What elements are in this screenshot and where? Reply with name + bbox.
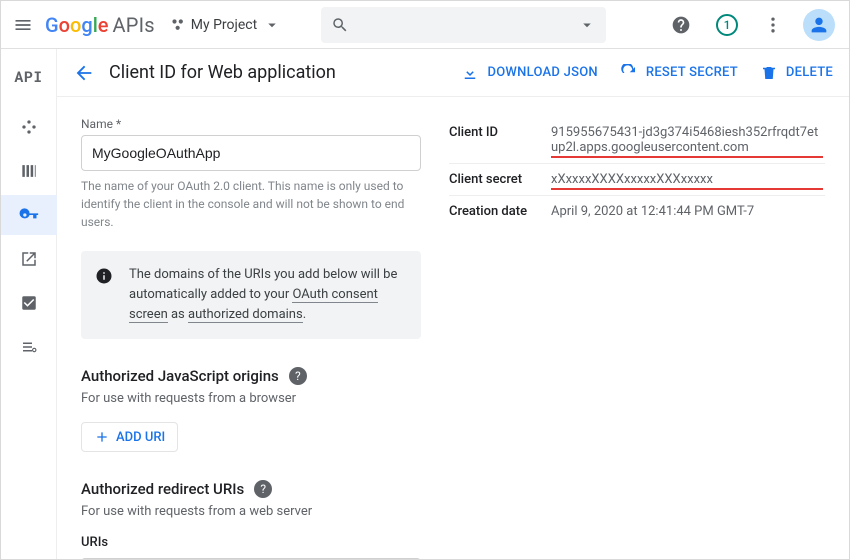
download-icon	[461, 64, 479, 82]
notifications-icon[interactable]: 1	[709, 7, 745, 43]
more-vert-icon[interactable]	[755, 7, 791, 43]
redirect-sub: For use with requests from a web server	[81, 504, 421, 519]
info-box: The domains of the URIs you add below wi…	[81, 251, 421, 339]
highlight-underline	[551, 156, 823, 158]
uris-label: URIs	[81, 535, 421, 550]
sidebar: API	[1, 49, 57, 559]
search-input[interactable]	[321, 7, 606, 43]
sidebar-item-settings[interactable]	[1, 327, 57, 367]
project-icon	[171, 18, 185, 32]
download-json-button[interactable]: DOWNLOAD JSON	[461, 64, 597, 82]
chevron-down-icon	[578, 16, 596, 34]
sidebar-item-library[interactable]	[1, 151, 57, 191]
authorized-domains-link[interactable]: authorized domains	[188, 307, 303, 323]
top-header: Google APIs My Project 1	[1, 1, 849, 49]
js-origins-heading: Authorized JavaScript origins ?	[81, 367, 421, 385]
plus-icon	[94, 429, 110, 445]
name-input[interactable]	[81, 135, 421, 171]
page-title: Client ID for Web application	[109, 62, 336, 83]
menu-icon[interactable]	[11, 13, 35, 37]
chevron-down-icon	[263, 16, 281, 34]
help-icon[interactable]: ?	[254, 480, 272, 498]
redirect-heading: Authorized redirect URIs ?	[81, 480, 421, 498]
client-id-row: Client ID 915955675431-jd3g374i5468iesh3…	[449, 117, 825, 164]
js-origins-sub: For use with requests from a browser	[81, 391, 421, 406]
highlight-underline	[551, 188, 823, 190]
refresh-icon	[620, 64, 638, 82]
trash-icon	[760, 64, 778, 82]
creation-date-row: Creation date April 9, 2020 at 12:41:44 …	[449, 196, 825, 227]
client-secret-row: Client secret xXxxxxXXXXxxxxxXXXxxxxx	[449, 164, 825, 196]
client-id-label: Client ID	[449, 125, 539, 140]
google-apis-logo[interactable]: Google APIs	[45, 13, 155, 37]
account-avatar[interactable]	[801, 7, 837, 43]
delete-button[interactable]: DELETE	[760, 64, 833, 82]
project-picker[interactable]: My Project	[171, 16, 281, 34]
notification-count: 1	[724, 18, 731, 32]
back-arrow-icon[interactable]	[73, 62, 95, 84]
sidebar-item-dashboard[interactable]	[1, 107, 57, 147]
reset-secret-button[interactable]: RESET SECRET	[620, 64, 738, 82]
search-icon	[331, 16, 349, 34]
sidebar-item-verification[interactable]	[1, 283, 57, 323]
name-field-label: Name *	[81, 117, 421, 131]
client-secret-label: Client secret	[449, 172, 539, 187]
name-help-text: The name of your OAuth 2.0 client. This …	[81, 177, 411, 231]
logo-apis-text: APIs	[113, 13, 155, 37]
project-name: My Project	[191, 17, 257, 33]
client-secret-value: xXxxxxXXXXxxxxxXXXxxxxx	[551, 172, 825, 187]
creation-date-label: Creation date	[449, 204, 539, 219]
creation-date-value: April 9, 2020 at 12:41:44 PM GMT-7	[551, 204, 825, 219]
redirect-uri-input[interactable]	[81, 558, 421, 559]
info-icon	[95, 265, 115, 325]
client-id-value: 915955675431-jd3g374i5468iesh352rfrqdt7e…	[551, 125, 825, 155]
add-uri-button[interactable]: ADD URI	[81, 422, 178, 452]
help-icon[interactable]	[663, 7, 699, 43]
sidebar-api-label[interactable]: API	[14, 59, 43, 95]
sidebar-item-credentials[interactable]	[1, 195, 57, 235]
page-titlebar: Client ID for Web application DOWNLOAD J…	[57, 49, 849, 97]
sidebar-item-oauth[interactable]	[1, 239, 57, 279]
help-icon[interactable]: ?	[289, 367, 307, 385]
